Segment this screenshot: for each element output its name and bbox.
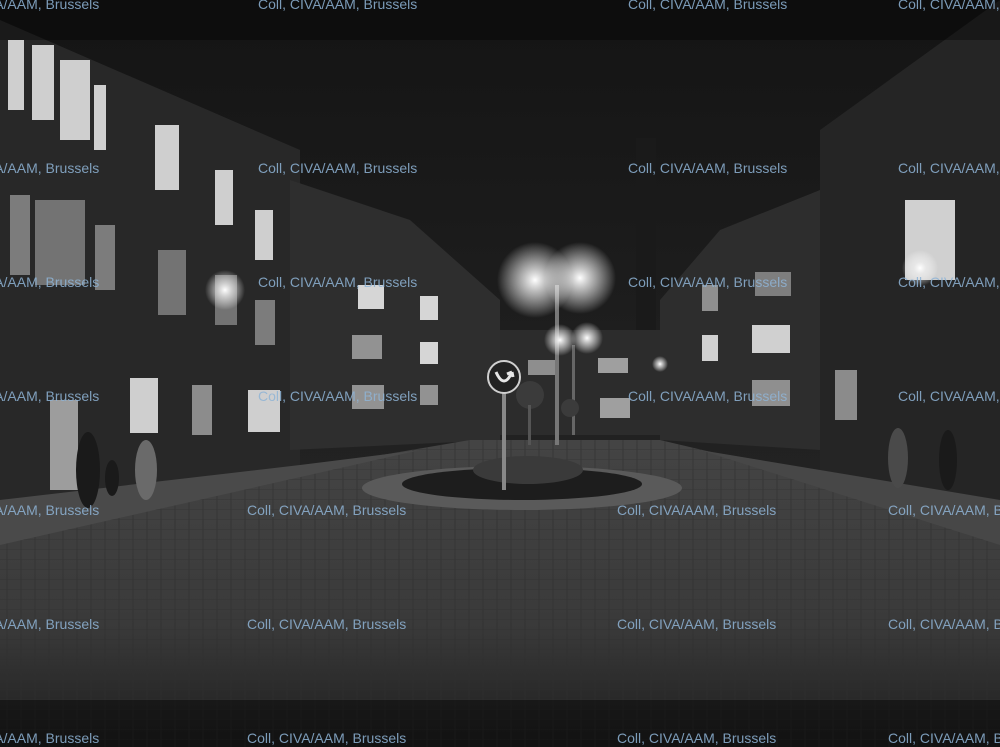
chimney xyxy=(636,138,656,338)
street-lamp-glow xyxy=(205,270,245,310)
night-street-photo xyxy=(0,0,1000,747)
street-lamp-glow xyxy=(544,242,616,314)
vignette-bottom xyxy=(0,700,1000,747)
street-lamp-glow xyxy=(902,250,938,286)
vignette-top xyxy=(0,0,1000,40)
flower-bed xyxy=(473,456,583,484)
traffic-sign xyxy=(487,360,521,394)
sign-post xyxy=(502,390,506,490)
lamp-post-2 xyxy=(572,345,575,435)
street-lamp-glow xyxy=(571,322,603,354)
street-lamp-glow xyxy=(652,356,668,372)
